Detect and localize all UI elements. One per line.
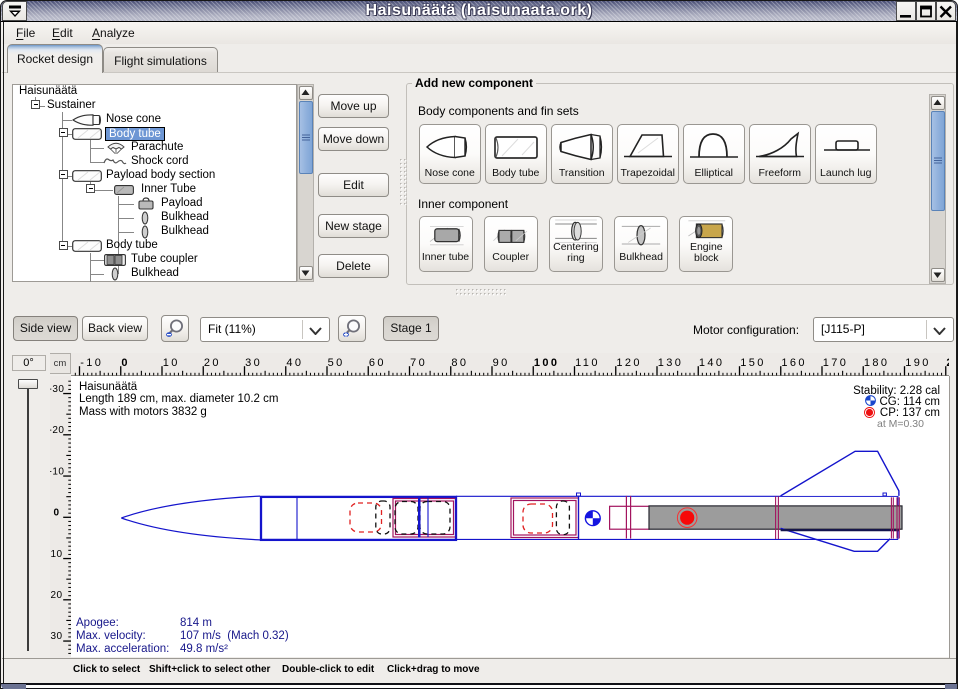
svg-text:120: 120 [616,357,642,369]
svg-text:180: 180 [864,357,890,369]
svg-text:160: 160 [781,357,807,369]
svg-text:40: 40 [286,357,303,369]
svg-text:100: 100 [534,357,560,369]
svg-text:-30: -30 [50,383,64,394]
svg-text:0: 0 [53,507,59,518]
svg-text:60: 60 [369,357,386,369]
svg-text:170: 170 [823,357,849,369]
svg-text:70: 70 [410,357,427,369]
svg-text:10: 10 [163,357,180,369]
svg-text:20: 20 [204,357,221,369]
svg-text:20: 20 [50,590,62,601]
svg-text:200: 200 [946,357,949,369]
svg-text:140: 140 [699,357,725,369]
svg-text:150: 150 [740,357,766,369]
svg-text:30: 30 [245,357,262,369]
svg-text:-10: -10 [50,466,64,477]
svg-text:110: 110 [575,357,600,369]
svg-text:80: 80 [451,357,468,369]
svg-text:0: 0 [121,357,130,369]
svg-text:50: 50 [328,357,345,369]
svg-text:130: 130 [658,357,684,369]
svg-text:10: 10 [50,548,62,559]
svg-text:-20: -20 [50,425,64,436]
svg-text:-10: -10 [80,357,103,369]
svg-text:90: 90 [493,357,510,369]
svg-text:30: 30 [50,631,62,642]
svg-text:190: 190 [905,357,931,369]
